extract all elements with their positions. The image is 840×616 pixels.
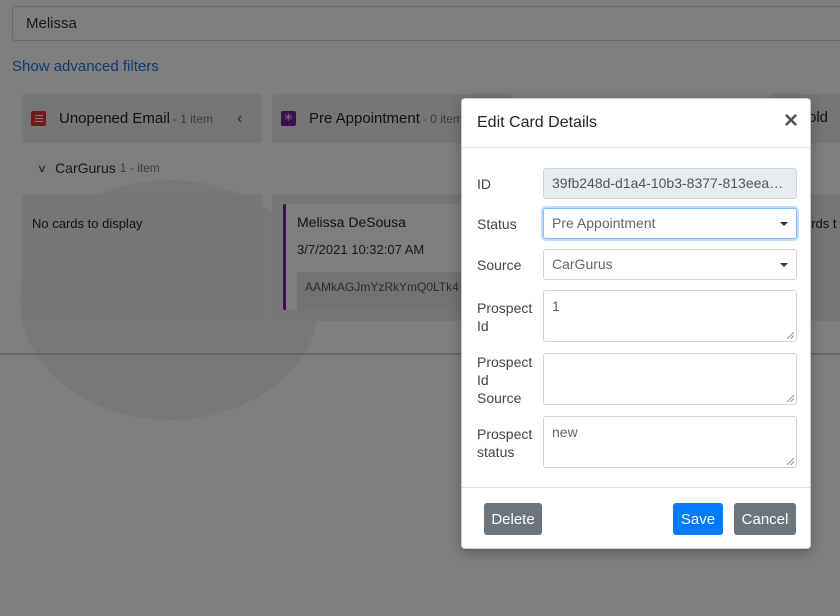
delete-button[interactable]: Delete [484, 503, 542, 535]
close-icon[interactable]: × [784, 109, 798, 133]
resize-handle-icon[interactable] [787, 458, 794, 465]
id-field: 39fb248d-d1a4-10b3-8377-813eea9... [543, 168, 797, 199]
edit-card-modal: Edit Card Details × ID 39fb248d-d1a4-10b… [461, 98, 811, 549]
label-line: Id [477, 372, 489, 388]
label-line: Prospect [477, 300, 533, 316]
modal-header: Edit Card Details × [462, 99, 810, 148]
label-line: status [477, 444, 515, 460]
source-select[interactable]: CarGurus [543, 249, 797, 280]
prospect-status-value: new [552, 424, 578, 440]
prospect-id-value: 1 [552, 298, 560, 314]
label-line: Source [477, 390, 522, 406]
resize-handle-icon[interactable] [787, 395, 794, 402]
prospect-id-textarea[interactable]: 1 [543, 290, 797, 342]
modal-title: Edit Card Details [477, 114, 598, 131]
prospect-status-label: Prospect status [477, 425, 532, 461]
prospect-id-source-label: Prospect Id Source [477, 353, 532, 407]
label-line: Prospect [477, 354, 533, 370]
prospect-id-label: Prospect Id [477, 299, 532, 335]
label-line: Prospect [477, 426, 533, 442]
cancel-button[interactable]: Cancel [734, 503, 796, 535]
caret-down-icon [780, 222, 788, 226]
prospect-id-source-textarea[interactable] [543, 353, 797, 405]
status-select[interactable]: Pre Appointment [543, 208, 797, 239]
caret-down-icon [780, 263, 788, 267]
resize-handle-icon[interactable] [787, 332, 794, 339]
save-button[interactable]: Save [673, 503, 723, 535]
status-value: Pre Appointment [552, 215, 656, 231]
source-value: CarGurus [552, 256, 613, 272]
source-label: Source [477, 257, 522, 273]
prospect-status-textarea[interactable]: new [543, 416, 797, 468]
label-line: Id [477, 318, 489, 334]
id-label: ID [477, 176, 491, 192]
status-label: Status [477, 216, 517, 232]
modal-footer: Delete Save Cancel [462, 487, 810, 549]
